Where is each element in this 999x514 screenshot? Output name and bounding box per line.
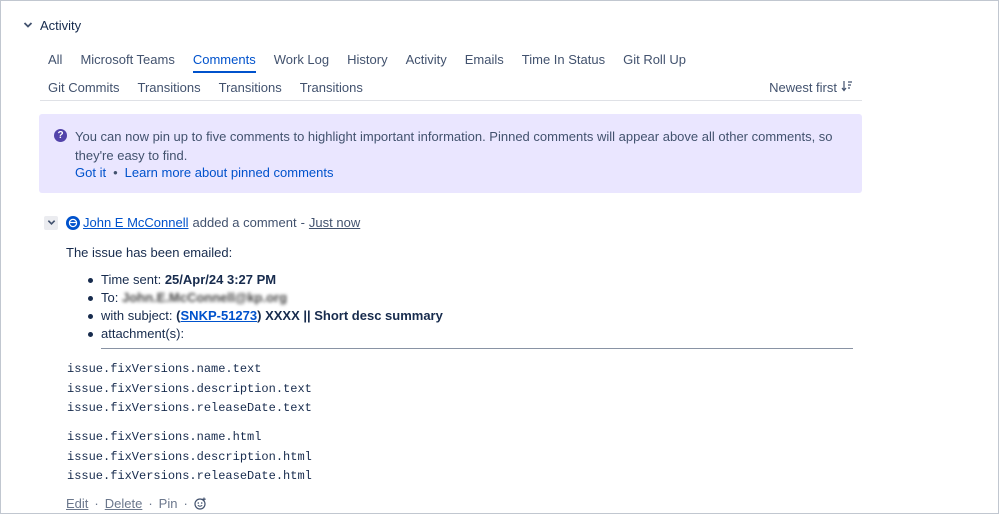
tab-git-roll-up[interactable]: Git Roll Up — [623, 52, 686, 71]
subject-label: with subject: — [101, 308, 173, 323]
edit-link[interactable]: Edit — [66, 496, 88, 511]
code-line: issue.fixVersions.description.html — [67, 449, 312, 464]
sort-order-label: Newest first — [769, 80, 837, 95]
delete-link[interactable]: Delete — [105, 496, 143, 511]
tab-transitions[interactable]: Transitions — [300, 80, 363, 99]
add-reaction-icon[interactable] — [194, 497, 207, 510]
actions-dot: · — [94, 496, 99, 511]
activity-tabs-row-2: Git Commits Transitions Transitions Transit… — [48, 80, 381, 99]
tab-emails[interactable]: Emails — [465, 52, 504, 71]
time-sent-label: Time sent: — [101, 272, 162, 287]
actions-dot: · — [148, 496, 153, 511]
tab-all[interactable]: All — [48, 52, 62, 71]
activity-tabs-row-1: All Microsoft Teams Comments Work Log Histor… — [48, 52, 704, 73]
tab-work-log[interactable]: Work Log — [274, 52, 329, 71]
actions-dot: · — [183, 496, 188, 511]
comment-collapse-toggle[interactable] — [44, 215, 58, 230]
code-line: issue.fixVersions.description.text — [67, 381, 312, 396]
code-line: issue.fixVersions.releaseDate.text — [67, 401, 312, 415]
code-line: issue.fixVersions.releaseDate.html — [67, 469, 312, 483]
list-item: To: John.E.McConnell@kp.org — [88, 289, 443, 307]
notice-separator: • — [113, 165, 118, 180]
tab-git-commits[interactable]: Git Commits — [48, 80, 120, 99]
activity-title: Activity — [40, 17, 82, 33]
attachments-label: attachment(s): — [101, 326, 185, 341]
comment-timestamp-link[interactable]: Just now — [309, 215, 360, 230]
avatar[interactable] — [66, 215, 80, 230]
list-item: attachment(s): — [88, 325, 443, 343]
comment-header: John E McConnell added a comment - Just … — [44, 215, 360, 230]
tab-transitions[interactable]: Transitions — [138, 80, 201, 99]
comment-header-separator: - — [300, 215, 305, 230]
tab-comments[interactable]: Comments — [192, 52, 256, 73]
chevron-down-icon[interactable] — [22, 19, 34, 31]
code-block-text: issue.fixVersions.name.text issue.fixVers… — [67, 360, 312, 419]
sort-descending-icon — [841, 80, 853, 95]
notice-message: You can now pin up to five comments to h… — [75, 129, 833, 163]
to-label: To: — [101, 290, 119, 305]
subject-rest: ) XXXX || Short desc summary — [257, 308, 443, 323]
code-block-html: issue.fixVersions.name.html issue.fixVers… — [67, 428, 312, 487]
recipient-redacted: John.E.McConnell@kp.org — [121, 290, 288, 305]
ticket-link[interactable]: SNKP-51273 — [181, 308, 258, 323]
tab-transitions[interactable]: Transitions — [219, 80, 282, 99]
tab-time-in-status[interactable]: Time In Status — [522, 52, 605, 71]
learn-more-pinned-link[interactable]: Learn more about pinned comments — [125, 165, 334, 180]
comment-actions: Edit · Delete · Pin · — [66, 496, 207, 511]
code-line: issue.fixVersions.name.html — [67, 430, 262, 444]
tabs-divider — [40, 100, 862, 101]
list-item: Time sent: 25/Apr/24 3:27 PM — [88, 271, 443, 289]
activity-section-header[interactable]: Activity — [22, 16, 81, 34]
tab-activity[interactable]: Activity — [406, 52, 447, 71]
comment-action-text: added a comment — [192, 215, 297, 230]
got-it-link[interactable]: Got it — [75, 165, 106, 180]
question-icon: ? — [54, 129, 67, 142]
horizontal-rule — [101, 348, 853, 349]
time-sent-value: 25/Apr/24 3:27 PM — [164, 272, 277, 287]
comment-author-link[interactable]: John E McConnell — [83, 215, 189, 230]
notice-links: Got it • Learn more about pinned comment… — [75, 165, 334, 180]
tab-history[interactable]: History — [347, 52, 387, 71]
sort-order-button[interactable]: Newest first — [769, 80, 853, 95]
email-details-list: Time sent: 25/Apr/24 3:27 PM To: John.E.… — [88, 271, 443, 343]
code-line: issue.fixVersions.name.text — [67, 362, 262, 376]
pin-link[interactable]: Pin — [159, 496, 178, 511]
comment-intro: The issue has been emailed: — [66, 245, 233, 260]
pinned-comments-notice: ? You can now pin up to five comments to… — [39, 114, 862, 193]
tab-microsoft-teams[interactable]: Microsoft Teams — [80, 52, 174, 71]
list-item: with subject: (SNKP-51273) XXXX || Short… — [88, 307, 443, 325]
